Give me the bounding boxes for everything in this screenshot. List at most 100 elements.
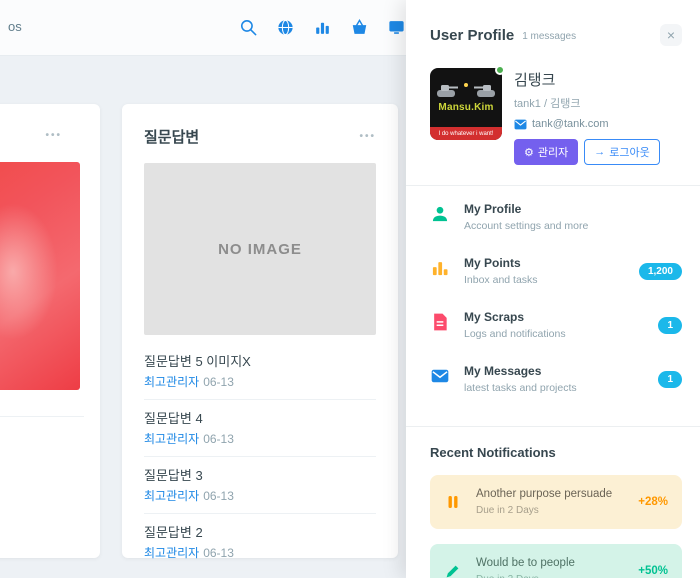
mail-icon [514, 119, 527, 130]
profile-section: Mansu.Kim I do whatever i want! 김탱크 tank… [430, 68, 682, 165]
divider [0, 416, 84, 417]
qa-date: 06-13 [203, 489, 234, 503]
notification-card[interactable]: Another purpose persuade Due in 2 Days +… [430, 475, 682, 529]
qa-card-header: 질문답변 ••• [144, 126, 376, 147]
profile-email-row: tank@tank.com [514, 118, 660, 130]
avatar-text: Mansu.Kim [438, 102, 493, 113]
notification-delta: +50% [638, 565, 668, 577]
logout-button[interactable]: → 로그아웃 [584, 139, 659, 165]
close-icon[interactable]: × [660, 24, 682, 46]
menu-item-text: My Scraps Logs and notifications [464, 310, 566, 340]
search-icon[interactable] [238, 17, 258, 37]
envelope-icon [430, 366, 450, 386]
screen: os ••• [0, 0, 700, 578]
notifications-heading: Recent Notifications [430, 445, 682, 460]
qa-card: 질문답변 ••• NO IMAGE 질문답변 5 이미지X 최고관리자 06-13… [122, 104, 398, 558]
menu-item-title: My Scraps [464, 310, 566, 324]
notification-text: Would be to people Due in 2 Days [476, 557, 575, 578]
menu-item-subtitle: Logs and notifications [464, 328, 566, 340]
topbar-icon-group [238, 17, 406, 37]
qa-item-meta: 최고관리자 06-13 [144, 544, 376, 561]
menu-item-text: My Messages latest tasks and projects [464, 364, 577, 394]
qa-item-title: 질문답변 5 이미지X [144, 351, 376, 370]
profile-email: tank@tank.com [532, 118, 609, 130]
monitor-icon[interactable] [386, 17, 406, 37]
qa-date: 06-13 [203, 375, 234, 389]
menu-item-my-messages[interactable]: My Messages latest tasks and projects 1 [430, 352, 682, 406]
globe-icon[interactable] [275, 17, 295, 37]
qa-item-meta: 최고관리자 06-13 [144, 430, 376, 447]
profile-username: tank1 / 김탱크 [514, 95, 660, 111]
notification-delta: +28% [638, 496, 668, 508]
online-status-dot [495, 65, 505, 75]
document-icon [430, 312, 450, 332]
notification-title: Another purpose persuade [476, 488, 612, 500]
gallery-card-partial: ••• 을 길게 써보... [0, 104, 100, 558]
admin-role-button[interactable]: ⚙ 관리자 [514, 139, 578, 165]
logout-icon: → [594, 146, 605, 158]
messages-badge: 1 [658, 371, 682, 388]
pause-bars-icon [444, 493, 462, 511]
pencil-icon [444, 562, 462, 578]
card-menu-icon[interactable]: ••• [45, 130, 62, 141]
profile-name: 김탱크 [514, 69, 660, 90]
scraps-badge: 1 [658, 317, 682, 334]
menu-item-subtitle: Inbox and tasks [464, 274, 538, 286]
menu-item-text: My Points Inbox and tasks [464, 256, 538, 286]
user-profile-drawer: User Profile 1 messages × Mansu.Kim [406, 0, 700, 578]
qa-author-link[interactable]: 최고관리자 [144, 546, 199, 560]
qa-item-title: 질문답변 4 [144, 408, 376, 427]
chart-icon[interactable] [312, 17, 332, 37]
qa-date: 06-13 [203, 546, 234, 560]
qa-author-link[interactable]: 최고관리자 [144, 432, 199, 446]
list-item[interactable]: 질문답변 3 최고관리자 06-13 [144, 457, 376, 514]
divider [406, 426, 700, 427]
notification-due: Due in 2 Days [476, 574, 575, 578]
basket-icon[interactable] [349, 17, 369, 37]
profile-buttons: ⚙ 관리자 → 로그아웃 [514, 139, 660, 165]
card-menu-icon[interactable]: ••• [359, 131, 376, 142]
qa-author-link[interactable]: 최고관리자 [144, 489, 199, 503]
qa-item-meta: 최고관리자 06-13 [144, 487, 376, 504]
user-icon [430, 204, 450, 224]
notification-title: Would be to people [476, 557, 575, 569]
menu-item-my-profile[interactable]: My Profile Account settings and more [430, 190, 682, 244]
points-badge: 1,200 [639, 263, 682, 280]
drawer-menu: My Profile Account settings and more My … [430, 190, 682, 406]
list-item[interactable]: 질문답변 4 최고관리자 06-13 [144, 400, 376, 457]
logout-label: 로그아웃 [609, 144, 649, 160]
profile-info: 김탱크 tank1 / 김탱크 tank@tank.com ⚙ 관리자 → 로그… [514, 68, 660, 165]
qa-author-link[interactable]: 최고관리자 [144, 375, 199, 389]
gallery-thumbnail-image[interactable] [0, 162, 80, 390]
tanks-illustration [435, 77, 497, 101]
qa-card-title: 질문답변 [144, 126, 199, 147]
qa-date: 06-13 [203, 432, 234, 446]
menu-item-title: My Points [464, 256, 538, 270]
admin-role-label: 관리자 [538, 144, 568, 160]
avatar-wrap: Mansu.Kim I do whatever i want! [430, 68, 502, 140]
qa-list: 질문답변 5 이미지X 최고관리자 06-13 질문답변 4 최고관리자 06-13… [144, 343, 376, 571]
avatar-banner-text: I do whatever i want! [430, 127, 502, 140]
menu-item-title: My Profile [464, 202, 588, 216]
menu-item-my-scraps[interactable]: My Scraps Logs and notifications 1 [430, 298, 682, 352]
drawer-header: User Profile 1 messages × [430, 24, 682, 46]
qa-item-title: 질문답변 3 [144, 465, 376, 484]
notification-card[interactable]: Would be to people Due in 2 Days +50% [430, 544, 682, 578]
menu-item-my-points[interactable]: My Points Inbox and tasks 1,200 [430, 244, 682, 298]
gallery-item-title[interactable]: 을 길게 써보... [0, 388, 84, 407]
menu-item-text: My Profile Account settings and more [464, 202, 588, 232]
menu-item-subtitle: Account settings and more [464, 220, 588, 232]
bar-chart-icon [430, 258, 450, 278]
gear-icon: ⚙ [524, 146, 534, 159]
no-image-placeholder: NO IMAGE [144, 163, 376, 335]
qa-item-meta: 최고관리자 06-13 [144, 373, 376, 390]
drawer-subtitle: 1 messages [522, 31, 576, 42]
notification-text: Another purpose persuade Due in 2 Days [476, 488, 612, 516]
menu-item-title: My Messages [464, 364, 577, 378]
list-item[interactable]: 질문답변 5 이미지X 최고관리자 06-13 [144, 343, 376, 400]
list-item[interactable]: 질문답변 2 최고관리자 06-13 [144, 514, 376, 571]
drawer-title: User Profile [430, 27, 514, 44]
qa-item-title: 질문답변 2 [144, 522, 376, 541]
menu-item-subtitle: latest tasks and projects [464, 382, 577, 394]
notification-due: Due in 2 Days [476, 505, 612, 516]
